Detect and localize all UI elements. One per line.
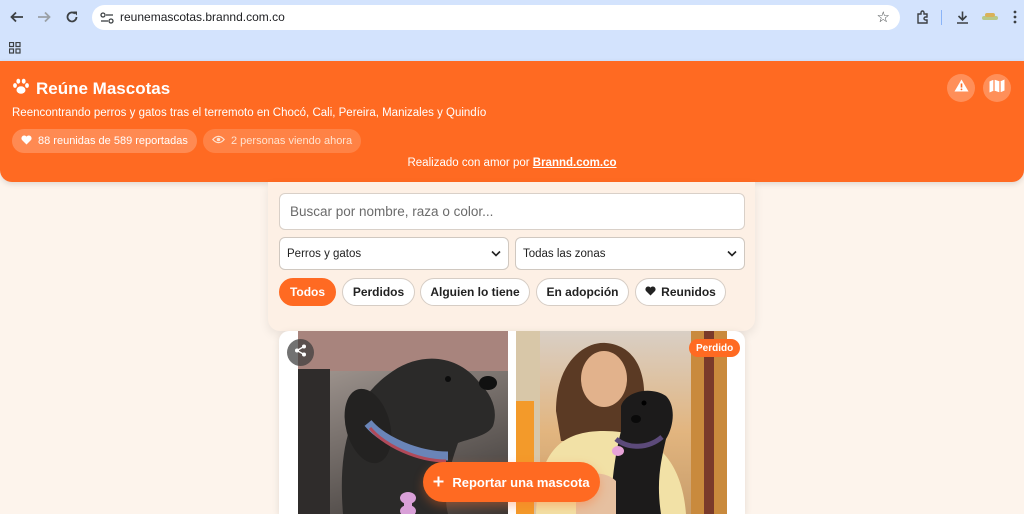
- filter-panel: Perros y gatos Todas las zonas Todos Per…: [268, 182, 755, 331]
- share-icon: [294, 344, 307, 362]
- extensions-icon[interactable]: [911, 6, 933, 28]
- brand[interactable]: Reúne Mascotas: [12, 78, 170, 100]
- address-bar[interactable]: reunemascotas.brannd.com.co ☆: [92, 5, 900, 30]
- chevron-down-icon: [491, 248, 501, 260]
- profile-icon[interactable]: [979, 6, 1001, 28]
- reload-icon[interactable]: [61, 6, 83, 28]
- filter-chip-perdidos[interactable]: Perdidos: [342, 278, 415, 306]
- status-badge: Perdido: [689, 339, 741, 357]
- chip-label: En adopción: [546, 285, 619, 299]
- site-header: Reúne Mascotas Reencontrando perros y ga…: [0, 61, 1024, 182]
- toolbar-divider: [941, 10, 942, 25]
- viewers-text: 2 personas viendo ahora: [231, 135, 353, 147]
- back-icon[interactable]: [6, 6, 28, 28]
- credit-line: Realizado con amor por Brannd.com.co: [0, 157, 1024, 169]
- map-button[interactable]: [983, 74, 1011, 102]
- stats-text: 88 reunidas de 589 reportadas: [38, 135, 188, 147]
- map-icon: [989, 79, 1005, 98]
- viewers-pill: 2 personas viendo ahora: [203, 129, 362, 153]
- browser-chrome: reunemascotas.brannd.com.co ☆: [0, 0, 1024, 61]
- browser-toolbar: reunemascotas.brannd.com.co ☆: [0, 0, 1024, 35]
- chip-label: Perdidos: [352, 285, 405, 299]
- filter-chip-reunidos[interactable]: Reunidos: [635, 278, 726, 306]
- chevron-down-icon: [727, 248, 737, 260]
- forward-icon[interactable]: [33, 6, 55, 28]
- filter-chip-alguien-lo-tiene[interactable]: Alguien lo tiene: [420, 278, 530, 306]
- chip-label: Alguien lo tiene: [430, 285, 520, 299]
- species-select[interactable]: Perros y gatos: [279, 237, 509, 270]
- apps-icon[interactable]: [4, 37, 26, 59]
- credit-link[interactable]: Brannd.com.co: [533, 157, 617, 169]
- chip-label: Todos: [289, 285, 326, 299]
- download-icon[interactable]: [951, 6, 973, 28]
- url-text[interactable]: reunemascotas.brannd.com.co: [120, 10, 285, 24]
- warning-icon: [954, 79, 969, 97]
- chip-label: Reunidos: [661, 285, 716, 299]
- eye-icon: [211, 135, 226, 147]
- site-subtitle: Reencontrando perros y gatos tras el ter…: [12, 107, 487, 119]
- plus-icon: [433, 475, 444, 490]
- site-info-icon[interactable]: [98, 9, 116, 26]
- zone-select[interactable]: Todas las zonas: [515, 237, 745, 270]
- star-icon[interactable]: ☆: [877, 8, 890, 26]
- report-pet-button[interactable]: Reportar una mascota: [423, 462, 600, 502]
- heart-icon: [21, 134, 32, 148]
- filter-chip-todos[interactable]: Todos: [279, 278, 336, 306]
- stats-pill: 88 reunidas de 589 reportadas: [12, 129, 197, 153]
- alert-button[interactable]: [947, 74, 975, 102]
- zone-select-value: Todas las zonas: [523, 247, 606, 260]
- heart-icon: [645, 285, 656, 299]
- share-button[interactable]: [287, 339, 314, 366]
- search-input[interactable]: [279, 193, 745, 230]
- bookmarks-bar: [0, 35, 1024, 61]
- brand-title: Reúne Mascotas: [36, 79, 171, 98]
- filter-chip-en-adopcion[interactable]: En adopción: [536, 278, 629, 306]
- report-pet-label: Reportar una mascota: [452, 474, 590, 490]
- paw-icon: [12, 78, 30, 100]
- credit-prefix: Realizado con amor por: [407, 157, 530, 169]
- species-select-value: Perros y gatos: [287, 247, 362, 260]
- menu-icon[interactable]: [1004, 6, 1024, 28]
